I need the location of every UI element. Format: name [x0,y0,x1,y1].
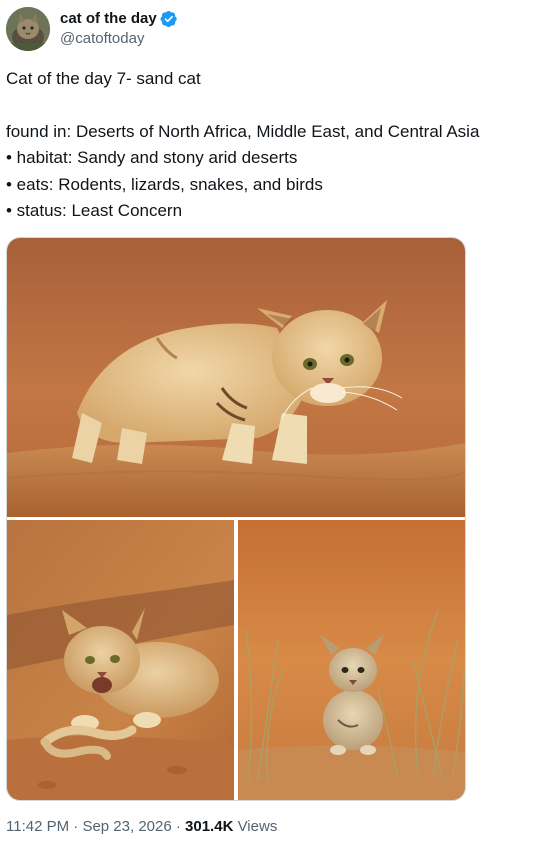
meta-separator-2: · [171,818,186,835]
cat-avatar-icon[interactable] [6,7,50,51]
display-name-row: cat of the day [60,9,178,29]
tweet-meta: 11:42 PM · Sep 23, 2026 · 301.4K Views [6,818,277,835]
tweet-line-found-in: found in: Deserts of North Africa, Middl… [6,121,480,141]
author-names: cat of the day @catoftoday [60,9,178,49]
media-grid [6,237,466,801]
tweet-header: cat of the day @catoftoday [6,6,178,52]
photo-sand-cat-in-grass[interactable] [238,520,465,800]
tweet-line-eats: • eats: Rodents, lizards, snakes, and bi… [6,174,323,194]
tweet-line-status: • status: Least Concern [6,201,183,220]
photo-sand-cat-stalking[interactable] [7,238,465,517]
photo-sand-cat-with-snake[interactable] [7,520,234,800]
meta-separator: · [69,818,83,835]
tweet-line-habitat: • habitat: Sandy and stony arid deserts [6,148,298,167]
tweet-date[interactable]: Sep 23, 2026 [82,818,171,835]
display-name[interactable]: cat of the day [60,9,157,29]
handle[interactable]: @catoftoday [60,29,178,49]
verified-badge-icon[interactable] [160,10,178,28]
tweet-time[interactable]: 11:42 PM [6,818,69,835]
tweet-text: Cat of the day 7- sand cat found in: Des… [6,66,546,225]
views-label: Views [233,818,278,835]
tweet-title-line: Cat of the day 7- sand cat [6,69,201,88]
views-count[interactable]: 301.4K [185,818,233,835]
